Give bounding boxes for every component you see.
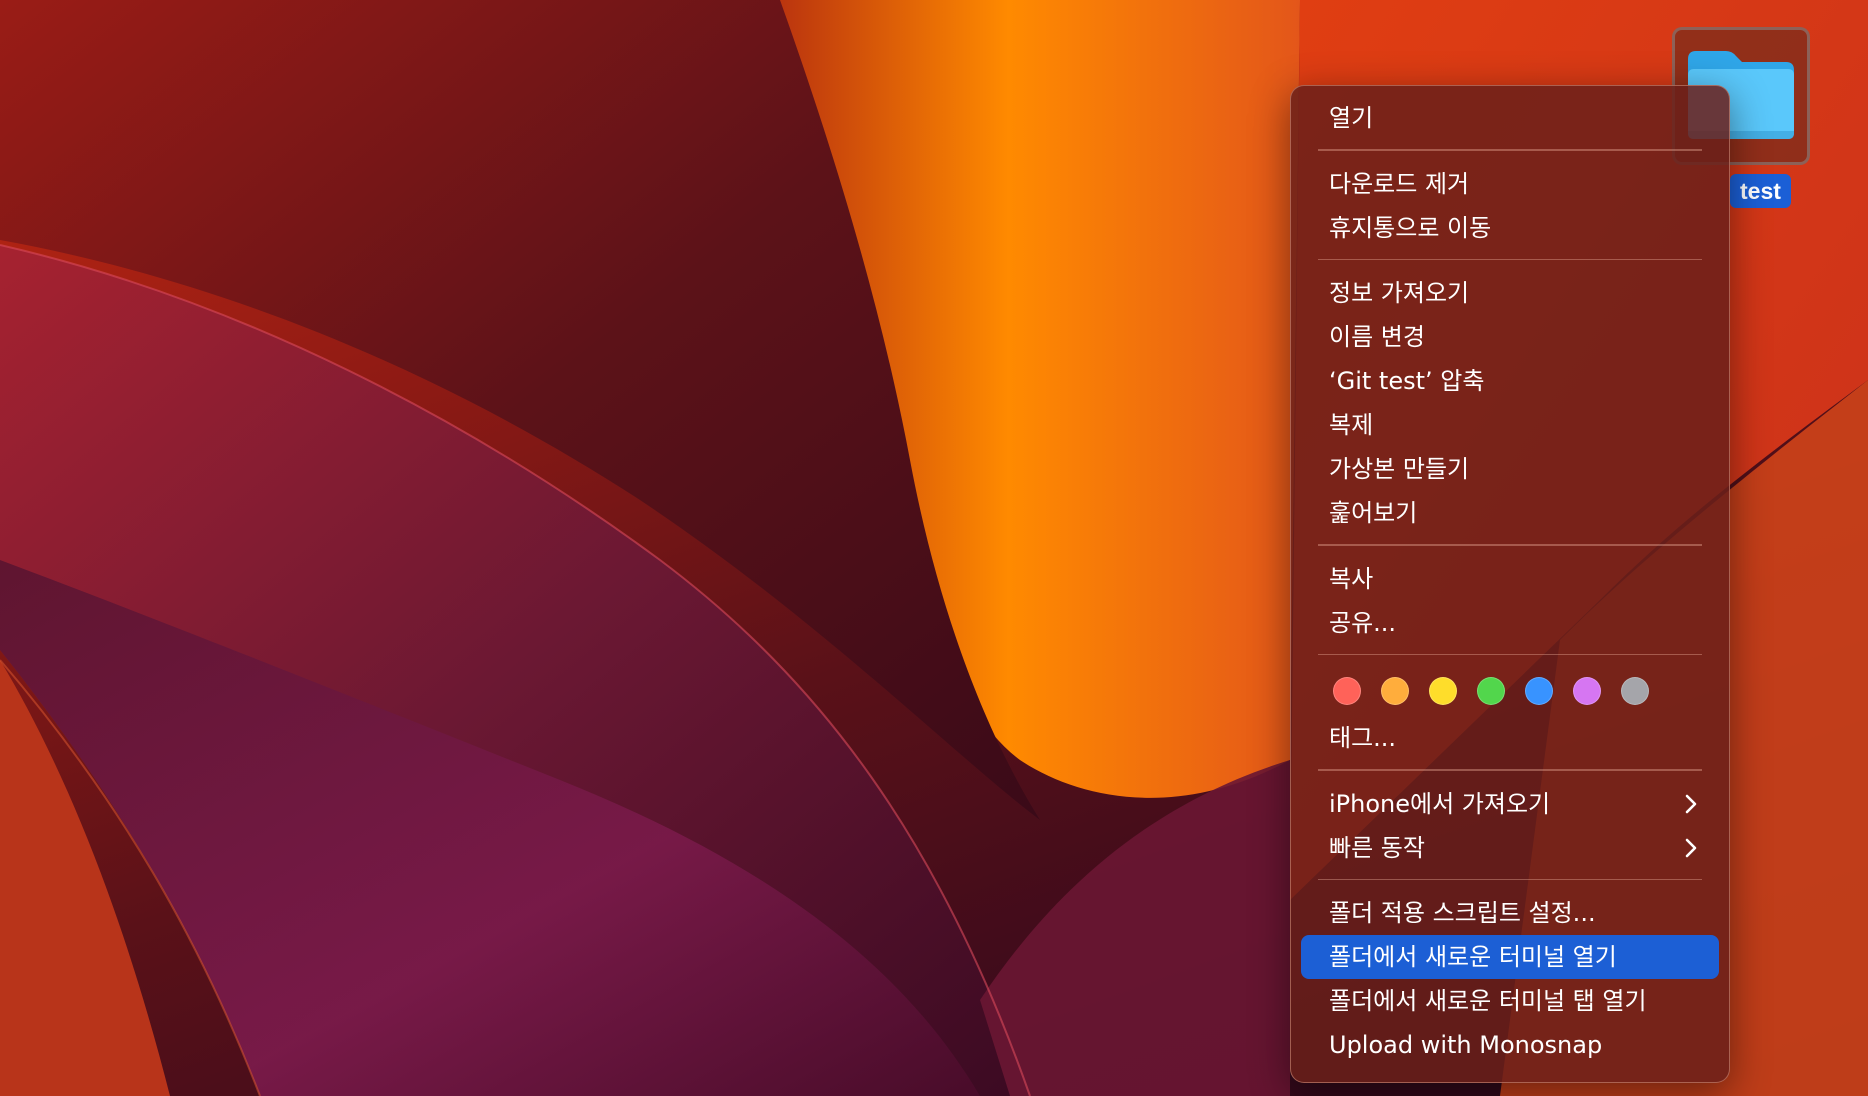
menu-item-tags[interactable]: 태그... (1301, 716, 1719, 760)
menu-separator (1318, 258, 1702, 260)
tag-color-row (1301, 666, 1719, 716)
tag-color-gray[interactable] (1621, 677, 1649, 705)
tag-color-purple[interactable] (1573, 677, 1601, 705)
menu-item-label: 가상본 만들기 (1329, 455, 1470, 483)
menu-item-import-from-iphone[interactable]: iPhone에서 가져오기 (1301, 782, 1719, 826)
menu-separator (1318, 878, 1702, 880)
desktop[interactable]: test 열기 다운로드 제거 휴지통으로 이동 정보 가져오기 이름 변경 ‘… (0, 0, 1868, 1096)
chevron-right-icon (1685, 826, 1697, 870)
menu-item-get-info[interactable]: 정보 가져오기 (1301, 271, 1719, 315)
menu-item-label: 휴지통으로 이동 (1329, 213, 1492, 242)
menu-item-share[interactable]: 공유... (1301, 601, 1719, 645)
menu-item-label: 열기 (1329, 104, 1374, 132)
context-menu: 열기 다운로드 제거 휴지통으로 이동 정보 가져오기 이름 변경 ‘Git t… (1290, 85, 1730, 1083)
menu-item-label: iPhone에서 가져오기 (1329, 789, 1551, 818)
menu-item-label: 태그... (1329, 724, 1397, 752)
chevron-right-icon (1685, 782, 1697, 826)
menu-item-label: 정보 가져오기 (1329, 279, 1470, 307)
folder-name-label[interactable]: test (1730, 174, 1791, 208)
menu-item-new-terminal-tab-at-folder[interactable]: 폴더에서 새로운 터미널 탭 열기 (1301, 979, 1719, 1023)
menu-item-move-to-trash[interactable]: 휴지통으로 이동 (1301, 206, 1719, 250)
menu-item-label: 훑어보기 (1329, 499, 1418, 527)
tag-color-orange[interactable] (1381, 677, 1409, 705)
menu-item-label: 이름 변경 (1329, 323, 1425, 351)
menu-item-duplicate[interactable]: 복제 (1301, 403, 1719, 447)
menu-item-label: ‘Git test’ 압축 (1329, 367, 1485, 395)
menu-item-label: 다운로드 제거 (1329, 169, 1470, 198)
menu-item-label: 복사 (1329, 564, 1374, 593)
menu-item-quick-actions[interactable]: 빠른 동작 (1301, 826, 1719, 870)
menu-item-label: 폴더 적용 스크립트 설정... (1329, 899, 1596, 927)
menu-item-label: 폴더에서 새로운 터미널 열기 (1329, 943, 1617, 971)
tag-color-yellow[interactable] (1429, 677, 1457, 705)
menu-item-label: 복제 (1329, 411, 1374, 439)
menu-item-rename[interactable]: 이름 변경 (1301, 315, 1719, 359)
menu-item-upload-monosnap[interactable]: Upload with Monosnap (1301, 1023, 1719, 1067)
tag-color-red[interactable] (1333, 677, 1361, 705)
menu-item-label: Upload with Monosnap (1329, 1031, 1603, 1059)
menu-item-copy[interactable]: 복사 (1301, 557, 1719, 601)
menu-separator (1318, 769, 1702, 771)
menu-item-make-alias[interactable]: 가상본 만들기 (1301, 447, 1719, 491)
tag-color-blue[interactable] (1525, 677, 1553, 705)
menu-item-quick-look[interactable]: 훑어보기 (1301, 491, 1719, 535)
menu-item-label: 공유... (1329, 608, 1397, 637)
menu-separator (1318, 544, 1702, 546)
menu-item-folder-actions-setup[interactable]: 폴더 적용 스크립트 설정... (1301, 891, 1719, 935)
tag-color-green[interactable] (1477, 677, 1505, 705)
menu-item-label: 빠른 동작 (1329, 833, 1425, 862)
menu-item-remove-download[interactable]: 다운로드 제거 (1301, 162, 1719, 206)
menu-item-open[interactable]: 열기 (1301, 96, 1719, 140)
menu-item-compress[interactable]: ‘Git test’ 압축 (1301, 359, 1719, 403)
menu-item-new-terminal-at-folder[interactable]: 폴더에서 새로운 터미널 열기 (1301, 935, 1719, 979)
menu-separator (1318, 149, 1702, 151)
menu-separator (1318, 653, 1702, 655)
menu-item-label: 폴더에서 새로운 터미널 탭 열기 (1329, 987, 1647, 1015)
